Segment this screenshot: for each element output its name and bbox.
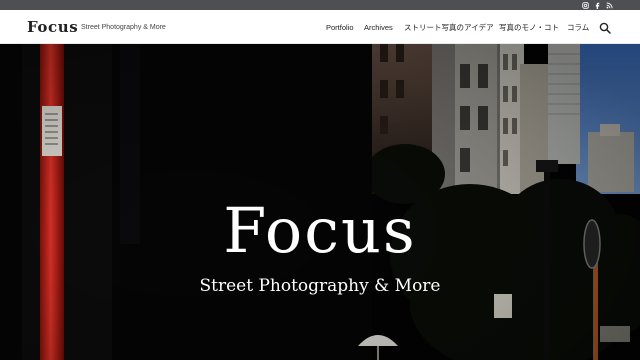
site-header: Focus Street Photography & More Portfoli…: [0, 10, 640, 44]
rss-icon[interactable]: [604, 0, 614, 10]
hero-title: Focus: [223, 194, 417, 267]
site-tagline: Street Photography & More: [81, 24, 166, 31]
nav-item-column[interactable]: コラム: [567, 23, 589, 32]
nav-item-portfolio[interactable]: Portfolio: [326, 23, 354, 32]
site-logo[interactable]: Focus: [27, 18, 78, 36]
hero-subtitle: Street Photography & More: [199, 276, 441, 296]
nav-item-archives[interactable]: Archives: [364, 23, 393, 32]
nav-item-street-photo-ideas[interactable]: ストリート写真のアイデア: [404, 23, 494, 32]
hero-banner: Focus Street Photography & More: [0, 44, 640, 360]
nav-item-photo-things[interactable]: 写真のモノ・コト: [499, 23, 559, 32]
social-bar: [0, 0, 640, 10]
search-icon[interactable]: [599, 21, 611, 34]
instagram-icon[interactable]: [580, 0, 590, 10]
facebook-icon[interactable]: [592, 0, 602, 10]
